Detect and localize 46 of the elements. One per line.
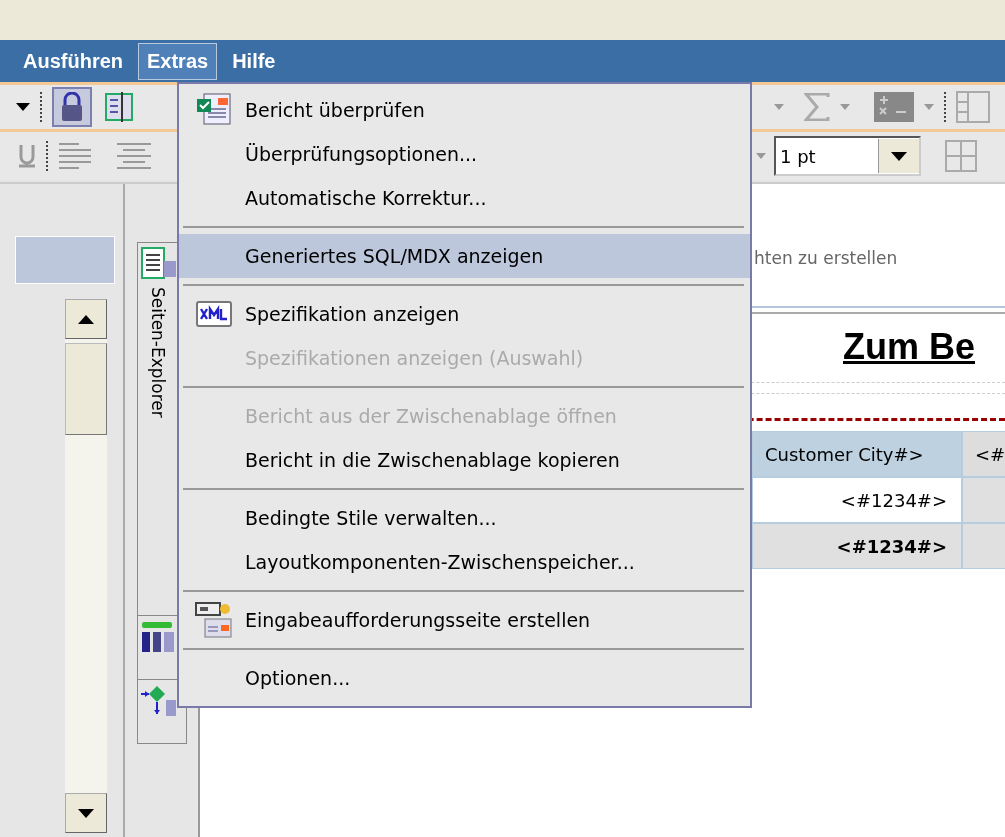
line-width-select[interactable]: 1 pt [774,136,921,176]
grid-icon[interactable] [945,140,977,172]
menu-item[interactable]: Automatische Korrektur... [179,176,750,220]
sum-icon[interactable] [804,93,830,121]
menu-title[interactable]: Extras [138,42,218,80]
layout-icon[interactable] [956,91,990,123]
hint-text: hten zu erstellen [754,248,898,268]
table-cell: <#1234#> [752,523,962,569]
table-cell [962,523,1005,569]
dropdown-arrow-icon[interactable] [16,103,30,111]
caret-icon[interactable] [924,104,934,110]
list-row[interactable] [15,236,115,284]
menu-item[interactable]: Generiertes SQL/MDX anzeigen [179,234,750,278]
caret-icon[interactable] [756,153,766,159]
report-check-icon [196,93,232,127]
menu-title[interactable]: Ausführen [14,42,132,80]
align-left-icon[interactable] [58,142,92,170]
caret-icon[interactable] [774,104,784,110]
side-tab-label: Seiten-Explorer [148,287,168,418]
column-header: <# [962,431,1005,477]
table-cell [962,477,1005,523]
prompt-page-icon [195,601,233,639]
table-cell: <#1234#> [752,477,962,523]
lock-button[interactable] [52,87,92,127]
menu-item[interactable]: Bericht überprüfen [179,88,750,132]
report-title: Zum Be [843,326,976,368]
calculator-icon[interactable] [874,92,914,122]
menu-title[interactable]: Hilfe [223,42,285,80]
caret-icon[interactable] [840,104,850,110]
xml-icon [196,301,232,327]
menu-item[interactable]: Überprüfungsoptionen... [179,132,750,176]
down-arrow-icon [891,151,907,161]
scroll-up-button[interactable] [65,299,107,339]
align-center-icon[interactable] [116,142,152,170]
page-icon[interactable] [140,247,176,279]
underline-icon[interactable] [18,144,36,168]
column-header: Customer City#> [752,431,962,477]
toolbox-icon[interactable] [140,620,176,654]
menu-item[interactable]: Optionen... [179,656,750,700]
down-arrow-icon [78,808,94,818]
up-arrow-icon [78,314,94,324]
lock-icon [60,92,84,122]
scrollbar[interactable] [65,299,107,833]
diamond-icon[interactable] [140,684,176,718]
scroll-thumb[interactable] [65,343,107,435]
scroll-down-button[interactable] [65,793,107,833]
